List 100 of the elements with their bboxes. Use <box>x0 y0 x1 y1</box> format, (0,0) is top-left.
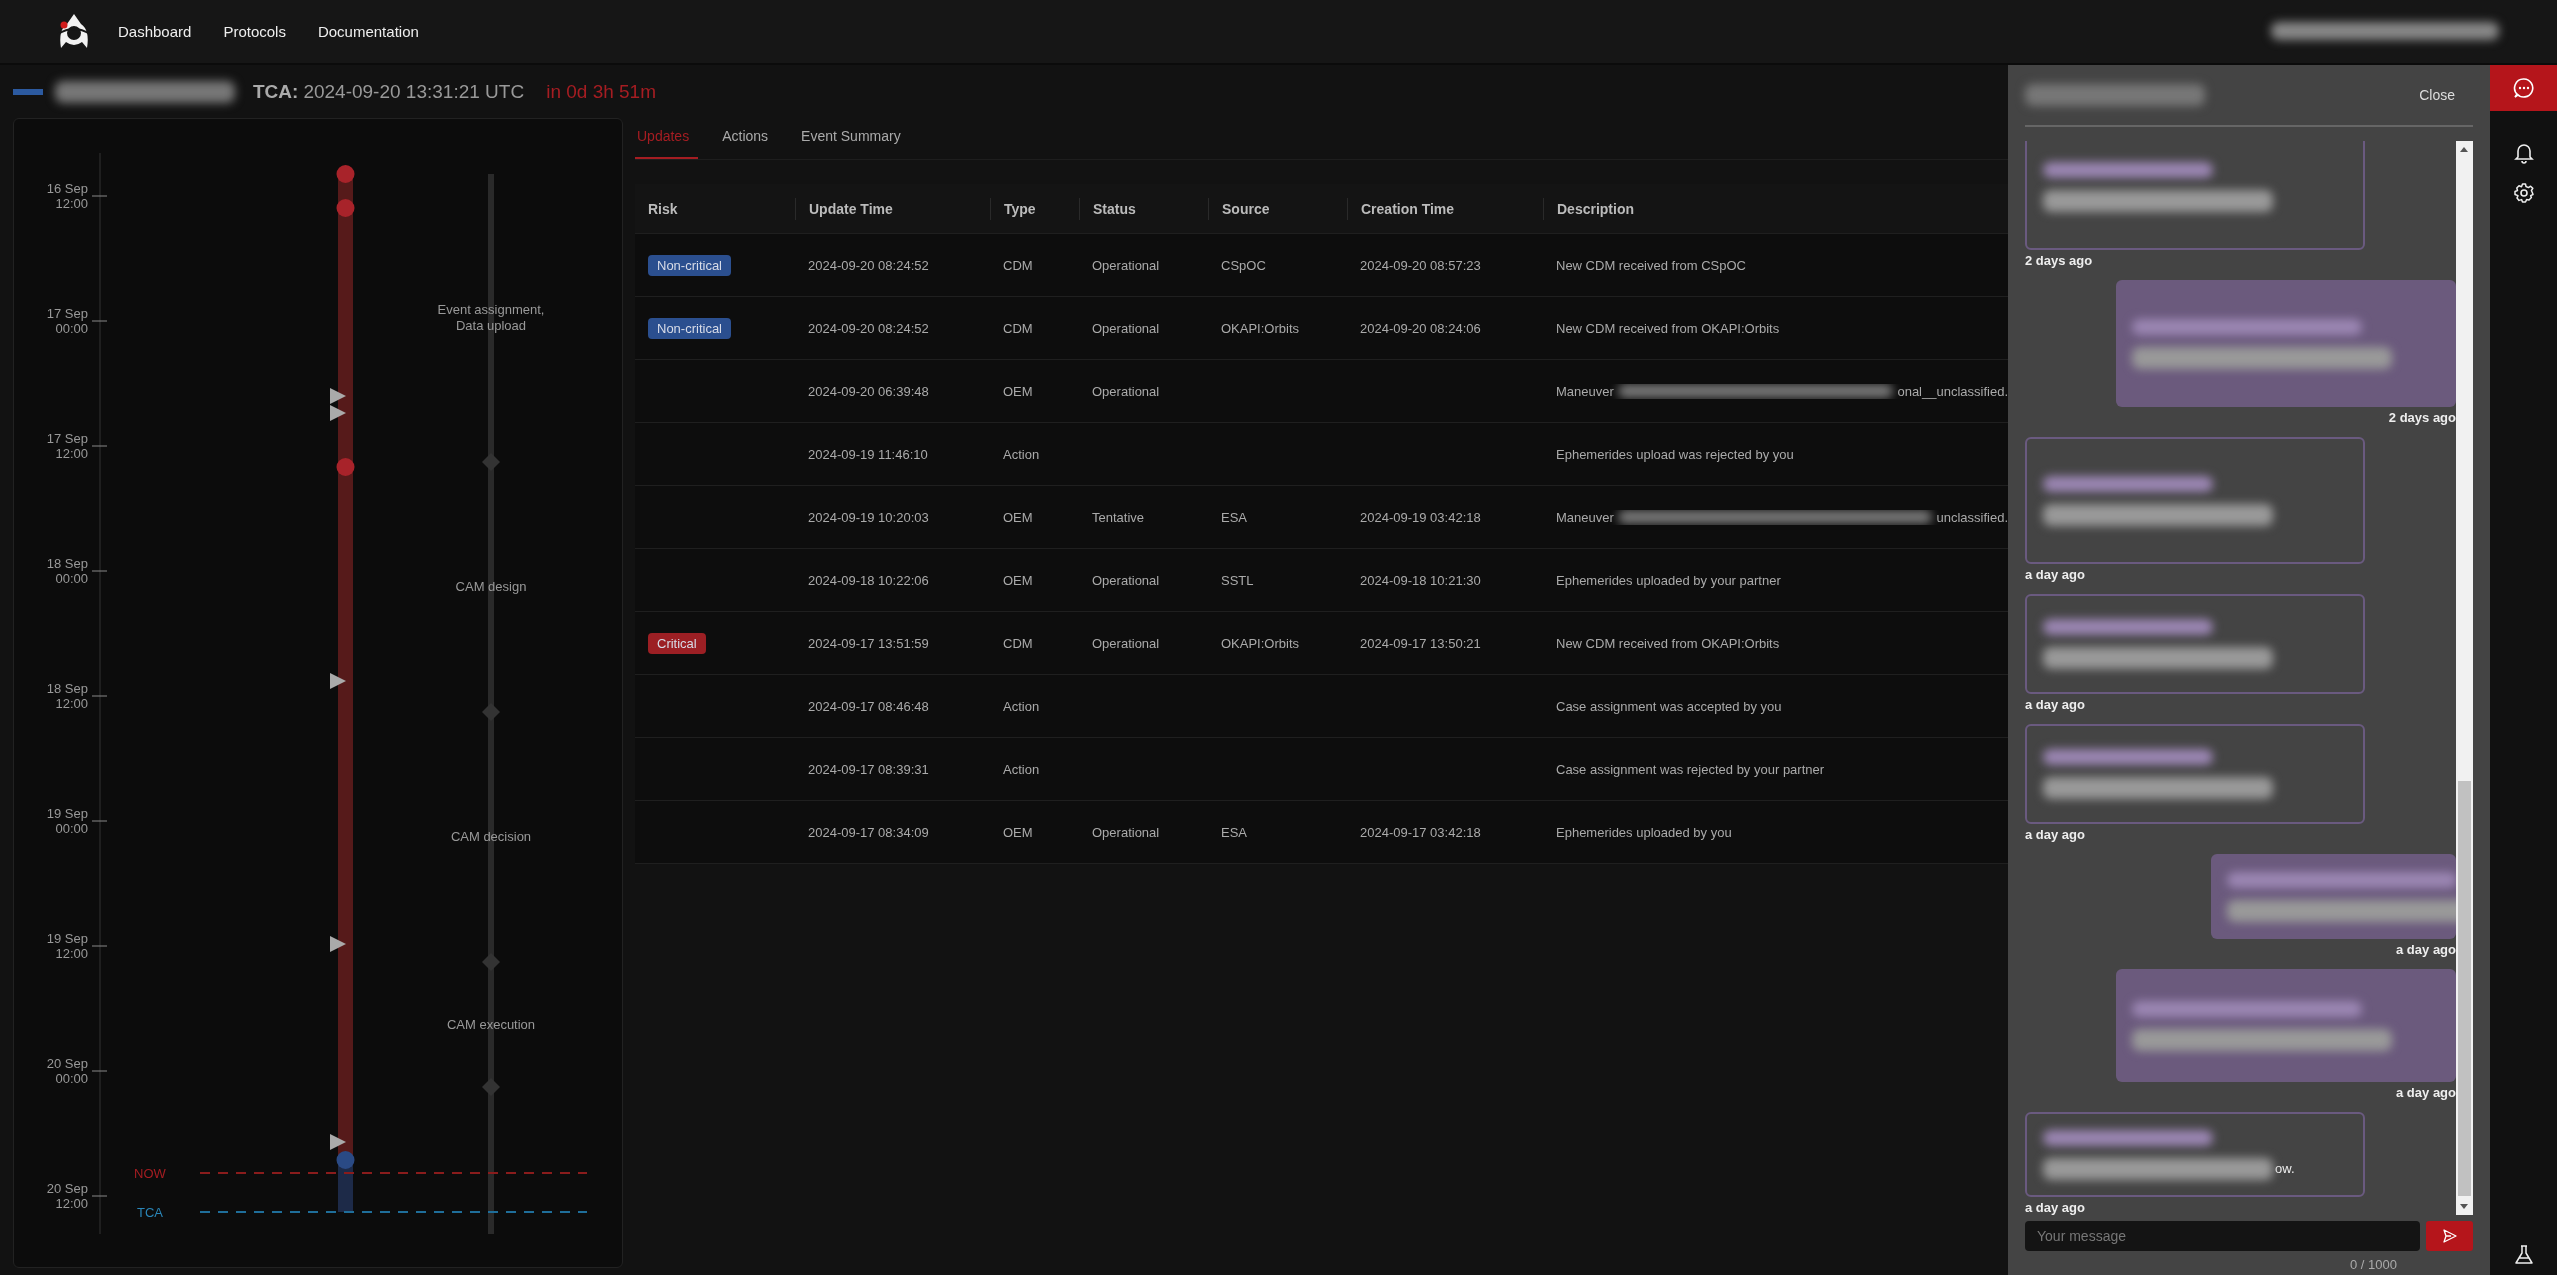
risk-badge: Critical <box>648 632 706 654</box>
nav-link[interactable]: Protocols <box>223 23 286 40</box>
event-marker <box>330 388 346 404</box>
table-cell: 2024-09-18 10:21:30 <box>1360 572 1481 588</box>
tick-label: 19 Sep 12:00 <box>46 931 88 961</box>
tick-label: 17 Sep 00:00 <box>46 306 88 336</box>
message-field[interactable]: Your message <box>2025 1221 2420 1251</box>
tca-label: TCA: <box>253 80 299 103</box>
table-cell: Operational <box>1092 824 1160 840</box>
scrollbar-thumb[interactable] <box>2458 781 2471 1196</box>
table-cell: ESA <box>1221 509 1247 525</box>
phase-label: CAM design <box>455 579 527 594</box>
table-cell: CDM <box>1003 635 1033 651</box>
milestone-marker <box>482 703 500 721</box>
table-cell: New CDM received from CSpOC <box>1556 257 1746 273</box>
milestone-marker <box>482 453 500 471</box>
table-cell: OKAPI:Orbits <box>1221 635 1300 651</box>
close-button[interactable]: Close <box>2419 87 2473 103</box>
table-cell: 2024-09-17 13:50:21 <box>1360 635 1481 651</box>
table-cell: Ephemerides uploaded by your partner <box>1556 572 1781 588</box>
table-cell: Operational <box>1092 383 1160 399</box>
character-counter: 0 / 1000 <box>2349 1257 2398 1272</box>
chat-button[interactable] <box>2490 65 2557 111</box>
message-time: a day ago <box>2025 827 2086 842</box>
chat-icon <box>2512 77 2535 99</box>
table-cell: unclassified. <box>1936 509 2008 525</box>
tab[interactable]: Event Summary <box>799 115 910 159</box>
message-time: a day ago <box>2025 697 2086 712</box>
bell-icon <box>2512 142 2535 164</box>
table-cell: OEM <box>1003 572 1033 588</box>
column-header: Update Time <box>795 197 990 220</box>
message-time: 2 days ago <box>2025 253 2094 268</box>
table-cell: Case assignment was rejected by your partner <box>1556 761 1825 777</box>
table-cell: 2024-09-20 08:24:52 <box>808 320 929 336</box>
tca-time: 2024-09-20 13:31:21 UTC <box>303 80 525 103</box>
settings-icon <box>2512 182 2535 204</box>
table-cell: SSTL <box>1221 572 1254 588</box>
column-header: Creation Time <box>1347 197 1543 220</box>
table-cell: Action <box>1003 698 1040 714</box>
tick-label: 20 Sep 00:00 <box>46 1056 88 1086</box>
milestone-marker <box>482 953 500 971</box>
column-header: Risk <box>647 199 679 219</box>
table-cell: 2024-09-17 13:51:59 <box>808 635 929 651</box>
table-cell: Action <box>1003 446 1040 462</box>
table-cell: OEM <box>1003 509 1033 525</box>
event-marker <box>330 673 346 689</box>
table-cell: 2024-09-17 08:34:09 <box>808 824 929 840</box>
tick-label: 16 Sep 12:00 <box>46 181 88 211</box>
milestone-marker <box>482 1078 500 1096</box>
table-cell: OKAPI:Orbits <box>1221 320 1300 336</box>
status-marker <box>13 88 43 95</box>
now-label: NOW <box>134 1166 166 1181</box>
table-cell: CDM <box>1003 320 1033 336</box>
table-cell: Ephemerides upload was rejected by you <box>1556 446 1794 462</box>
tick-label: 18 Sep 00:00 <box>46 556 88 586</box>
table-cell: 2024-09-20 08:57:23 <box>1360 257 1481 273</box>
table-cell: Ephemerides uploaded by you <box>1556 824 1732 840</box>
table-cell: 2024-09-20 08:24:06 <box>1360 320 1481 336</box>
table-cell: 2024-09-17 03:42:18 <box>1360 824 1481 840</box>
column-header: Status <box>1079 197 1208 220</box>
tick-label: 20 Sep 12:00 <box>46 1181 88 1211</box>
tab[interactable]: Actions <box>720 115 778 159</box>
table-cell: Maneuver <box>1556 383 1614 399</box>
table-cell: Operational <box>1092 257 1160 273</box>
event-marker <box>330 1134 346 1150</box>
column-header: Source <box>1208 197 1347 220</box>
message-text: ow. <box>2275 1161 2295 1176</box>
table-cell: CSpOC <box>1221 257 1266 273</box>
table-cell: 2024-09-17 08:46:48 <box>808 698 929 714</box>
event-marker <box>330 405 346 421</box>
table-cell: 2024-09-19 10:20:03 <box>808 509 929 525</box>
message-time: a day ago <box>2396 1085 2456 1100</box>
table-cell: Operational <box>1092 635 1160 651</box>
table-cell: Maneuver <box>1556 509 1614 525</box>
table-cell: CDM <box>1003 257 1033 273</box>
send-icon <box>2442 1229 2457 1243</box>
table-cell: 2024-09-18 10:22:06 <box>808 572 929 588</box>
event-marker <box>330 936 346 952</box>
phase-label: CAM decision <box>450 829 532 844</box>
risk-badge: Non-critical <box>648 254 731 276</box>
table-cell: 2024-09-17 08:39:31 <box>808 761 929 777</box>
table-cell: Case assignment was accepted by you <box>1556 698 1782 714</box>
table-cell: ESA <box>1221 824 1247 840</box>
message-time: a day ago <box>2025 567 2086 582</box>
table-cell: 2024-09-20 08:24:52 <box>808 257 929 273</box>
countdown: in 0d 3h 51m <box>546 80 656 103</box>
message-time: a day ago <box>2025 1200 2086 1215</box>
table-cell: 2024-09-19 11:46:10 <box>808 446 928 462</box>
column-header: Type <box>990 197 1079 220</box>
table-cell: 2024-09-19 03:42:18 <box>1360 509 1481 525</box>
tick-label: 17 Sep 12:00 <box>46 431 88 461</box>
phase-label: CAM execution <box>446 1016 536 1032</box>
table-cell: onal__unclassified. <box>1897 383 2008 399</box>
table-cell: Action <box>1003 761 1040 777</box>
send-button[interactable] <box>2426 1221 2473 1251</box>
table-cell: 2024-09-20 06:39:48 <box>808 383 929 399</box>
risk-badge: Non-critical <box>648 317 731 339</box>
nav-link[interactable]: Documentation <box>317 23 419 40</box>
table-cell: Operational <box>1092 320 1160 336</box>
nav-link[interactable]: Dashboard <box>118 23 192 40</box>
